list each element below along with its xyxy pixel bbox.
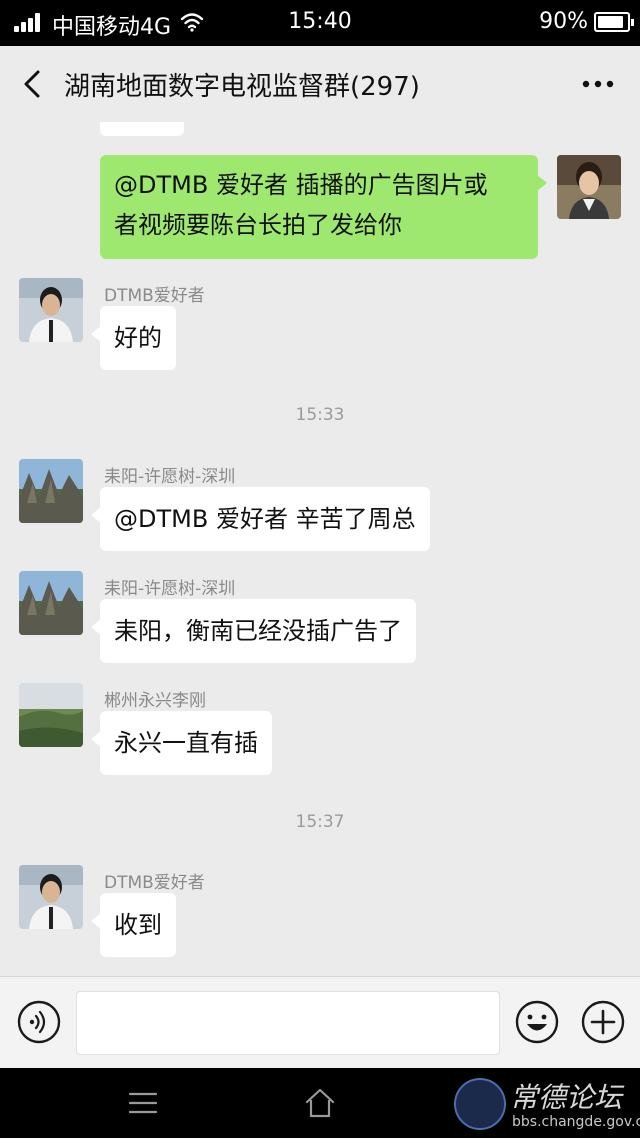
- message-bubble[interactable]: @DTMB 爱好者 插播的广告图片或 者视频要陈台长拍了发给你: [100, 155, 547, 259]
- timestamp: 15:33: [295, 405, 345, 425]
- message-bubble[interactable]: @DTMB 爱好者 辛苦了周总: [91, 487, 430, 551]
- input-bar: [0, 976, 640, 1068]
- watermark-title: 常德论坛: [510, 1081, 623, 1114]
- avatar[interactable]: [19, 683, 83, 747]
- emoji-icon[interactable]: [514, 999, 560, 1045]
- message-text: 好的: [114, 324, 162, 352]
- status-bar: 中国移动4G 15:40 90%: [0, 0, 640, 46]
- sender-name: 郴州永兴李刚: [104, 691, 206, 711]
- timestamp: 15:37: [295, 812, 345, 832]
- avatar-self[interactable]: [557, 155, 621, 219]
- message-bubble-partial[interactable]: [100, 122, 184, 136]
- sender-name: 耒阳-许愿树-深圳: [104, 467, 236, 487]
- message-text-line: 者视频要陈台长拍了发给你: [114, 211, 402, 239]
- chat-header: 湖南地面数字电视监督群(297): [0, 46, 640, 122]
- chat-title: 湖南地面数字电视监督群(297): [64, 72, 420, 102]
- home-icon[interactable]: [303, 1086, 337, 1120]
- sender-name: DTMB爱好者: [104, 873, 205, 893]
- sender-name: 耒阳-许愿树-深圳: [104, 579, 236, 599]
- back-icon[interactable]: [14, 64, 54, 104]
- message-bubble[interactable]: 耒阳，衡南已经没插广告了: [91, 599, 416, 663]
- system-nav-bar: 常德论坛 bbs.changde.gov.cn: [0, 1068, 640, 1138]
- avatar[interactable]: [19, 278, 83, 342]
- menu-icon[interactable]: [128, 1090, 158, 1116]
- message-text: 收到: [114, 911, 162, 939]
- avatar[interactable]: [19, 571, 83, 635]
- message-bubble[interactable]: 好的: [91, 306, 176, 370]
- avatar[interactable]: [19, 459, 83, 523]
- sender-name: DTMB爱好者: [104, 286, 205, 306]
- message-input[interactable]: [76, 991, 500, 1055]
- plus-icon[interactable]: [580, 999, 626, 1045]
- watermark: 常德论坛 bbs.changde.gov.cn: [452, 1074, 640, 1136]
- forum-logo-icon: [454, 1078, 506, 1130]
- voice-icon[interactable]: [16, 999, 62, 1045]
- message-bubble[interactable]: 收到: [91, 893, 176, 957]
- watermark-url: bbs.changde.gov.cn: [512, 1114, 640, 1130]
- message-text: 永兴一直有插: [114, 729, 258, 757]
- battery-icon: [594, 12, 634, 32]
- message-list[interactable]: @DTMB 爱好者 插播的广告图片或 者视频要陈台长拍了发给你 DTMB爱好者 …: [0, 122, 640, 976]
- message-text-line: @DTMB 爱好者 插播的广告图片或: [114, 171, 488, 199]
- message-text: @DTMB 爱好者 辛苦了周总: [114, 505, 416, 533]
- message-bubble[interactable]: 永兴一直有插: [91, 711, 272, 775]
- avatar[interactable]: [19, 865, 83, 929]
- battery-percent: 90%: [539, 9, 588, 34]
- more-icon[interactable]: [578, 66, 618, 102]
- message-text: 耒阳，衡南已经没插广告了: [114, 617, 402, 645]
